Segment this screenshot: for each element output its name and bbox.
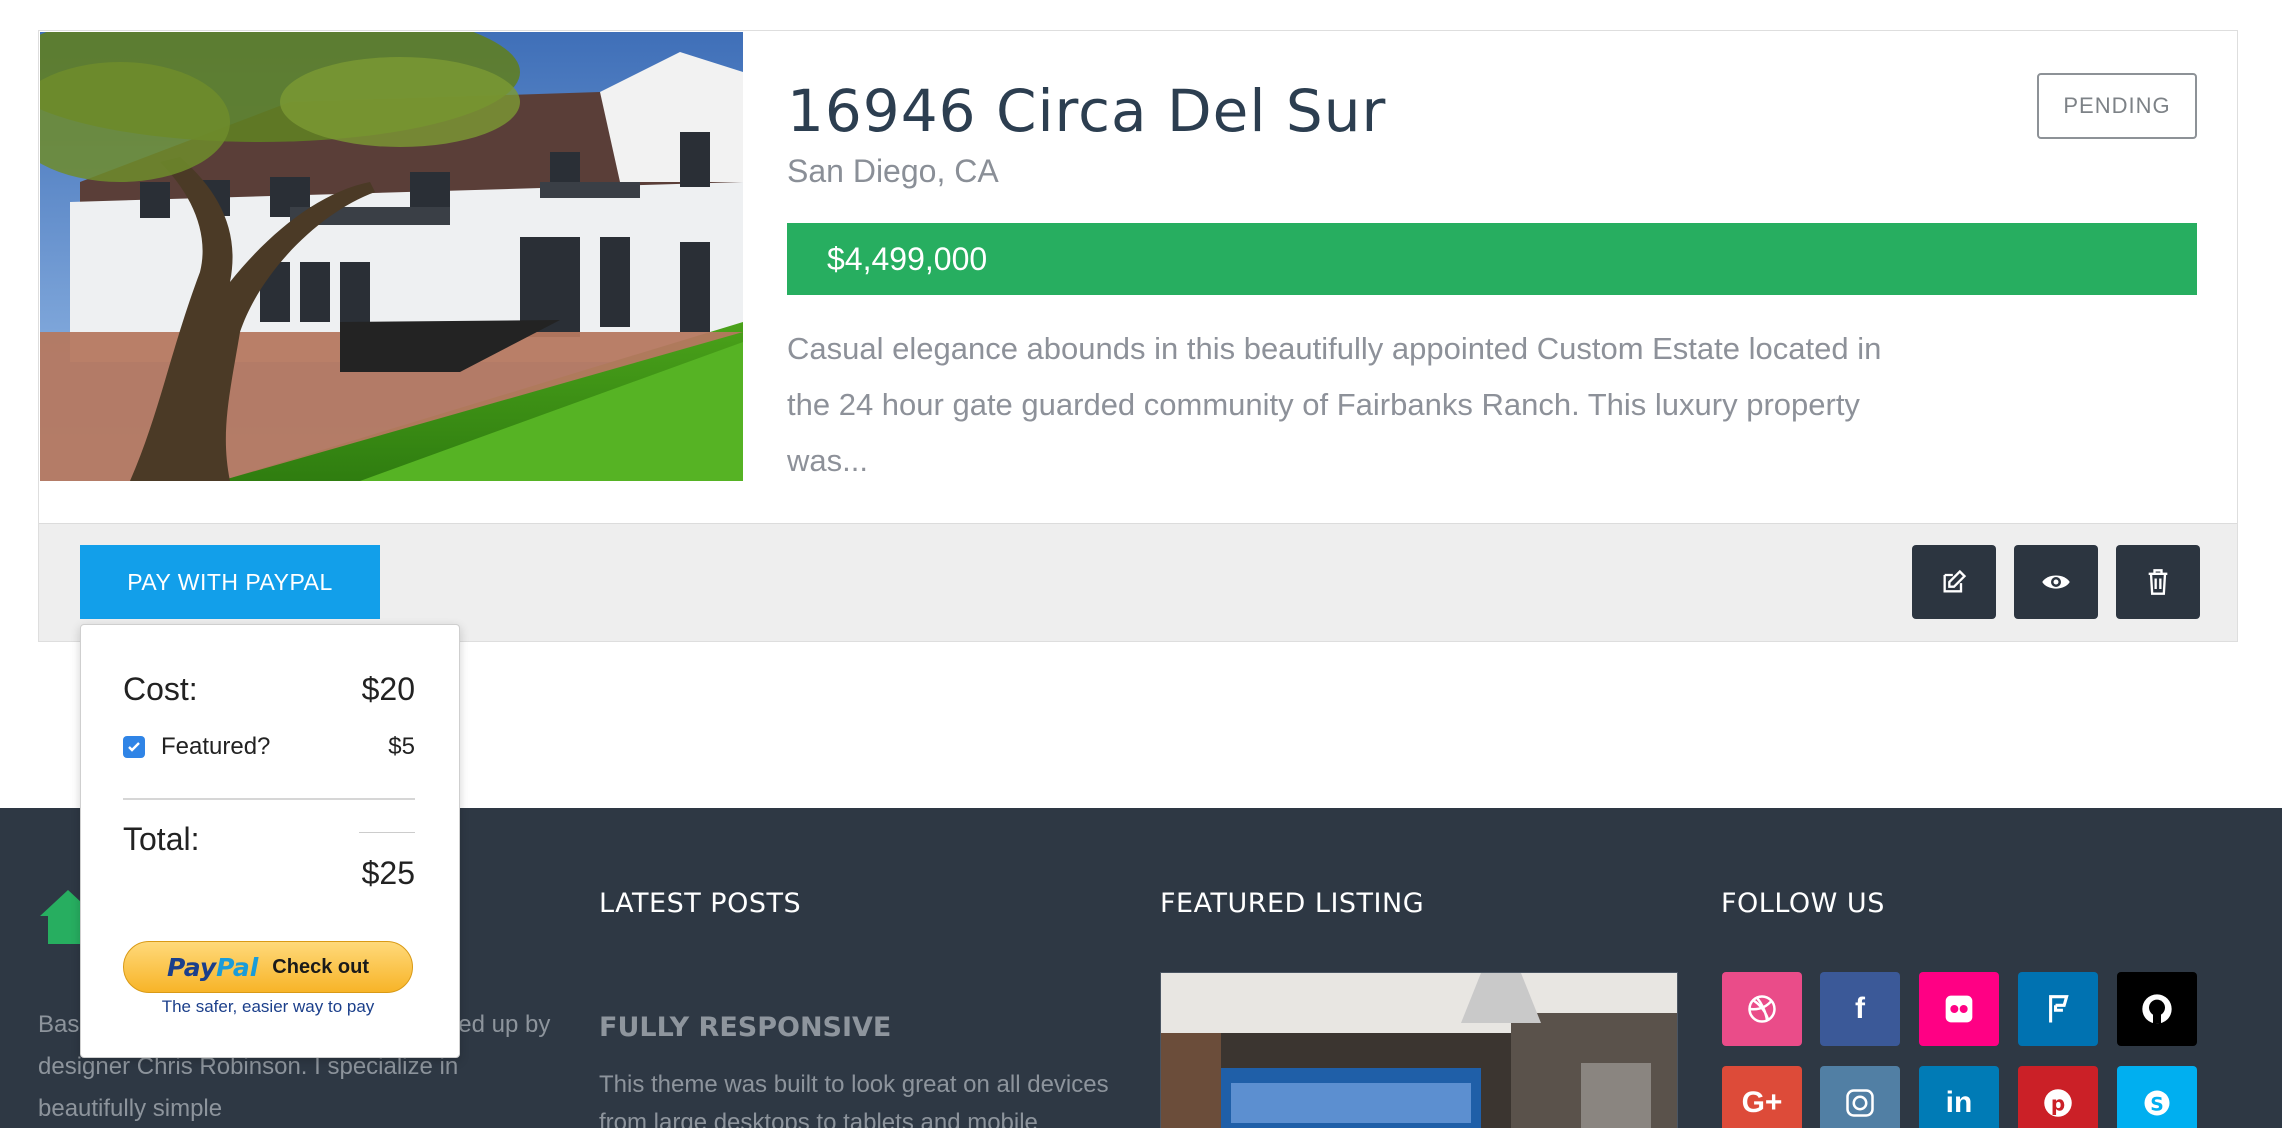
paypal-checkout-button[interactable]: PayPal Check out	[123, 941, 413, 993]
dribbble-icon[interactable]	[1722, 972, 1802, 1046]
paypal-tagline: The safer, easier way to pay	[161, 997, 375, 1016]
github-icon[interactable]	[2117, 972, 2197, 1046]
eye-icon	[2041, 569, 2071, 595]
trash-icon	[2146, 568, 2170, 596]
total-value: $25	[361, 855, 415, 891]
payment-popover: Cost: $20 Featured? $5 Total: $25 PayPal…	[80, 624, 460, 1058]
instagram-icon[interactable]	[1820, 1066, 1900, 1128]
paypal-checkout-label: Check out	[272, 955, 369, 978]
linkedin-icon[interactable]: in	[1919, 1066, 1999, 1128]
status-badge: PENDING	[2037, 73, 2197, 139]
post-title[interactable]: FULLY RESPONSIVE	[599, 1012, 891, 1043]
flickr-icon[interactable]	[1919, 972, 1999, 1046]
google-plus-icon[interactable]: G+	[1722, 1066, 1802, 1128]
view-button[interactable]	[2014, 545, 2098, 619]
paypal-logo-pal: Pal	[216, 952, 259, 982]
paypal-logo-pay: Pay	[167, 952, 217, 982]
edit-button[interactable]	[1912, 545, 1996, 619]
listing-price: $4,499,000	[787, 223, 2197, 295]
total-label: Total:	[123, 821, 200, 857]
listing-title[interactable]: 16946 Circa Del Sur	[787, 77, 1386, 145]
featured-option[interactable]: Featured?	[123, 733, 270, 761]
paypal-logo: PayPal	[167, 953, 258, 982]
edit-icon	[1940, 568, 1968, 596]
listing-location: San Diego, CA	[787, 153, 999, 189]
skype-icon[interactable]: S	[2117, 1066, 2197, 1128]
featured-row: Featured? $5	[123, 733, 415, 761]
pinterest-icon[interactable]: p	[2018, 1066, 2098, 1128]
featured-value: $5	[388, 733, 415, 760]
featured-label: Featured?	[161, 733, 271, 760]
svg-text:p: p	[2051, 1092, 2065, 1116]
svg-text:S: S	[2150, 1095, 2164, 1116]
cost-row: Cost: $20	[123, 671, 415, 708]
post-excerpt: This theme was built to look great on al…	[599, 1071, 1109, 1128]
delete-button[interactable]	[2116, 545, 2200, 619]
featured-listing-heading: FEATURED LISTING	[1160, 888, 1425, 919]
listing-description: Casual elegance abounds in this beautifu…	[787, 331, 1882, 478]
latest-posts-heading: LATEST POSTS	[599, 888, 802, 919]
popover-divider	[123, 798, 415, 800]
facebook-icon[interactable]: f	[1820, 972, 1900, 1046]
foursquare-icon[interactable]	[2018, 972, 2098, 1046]
follow-us-heading: FOLLOW US	[1721, 888, 1885, 919]
cost-value: $20	[361, 671, 415, 707]
listing-photo[interactable]	[40, 32, 743, 481]
listing-card: 16946 Circa Del Sur San Diego, CA PENDIN…	[38, 30, 2238, 642]
featured-checkbox[interactable]	[123, 736, 145, 758]
featured-listing-image[interactable]	[1160, 972, 1678, 1128]
cost-label: Cost:	[123, 671, 198, 707]
pay-with-paypal-button[interactable]: PAY WITH PAYPAL	[80, 545, 380, 619]
total-underline	[359, 832, 415, 833]
